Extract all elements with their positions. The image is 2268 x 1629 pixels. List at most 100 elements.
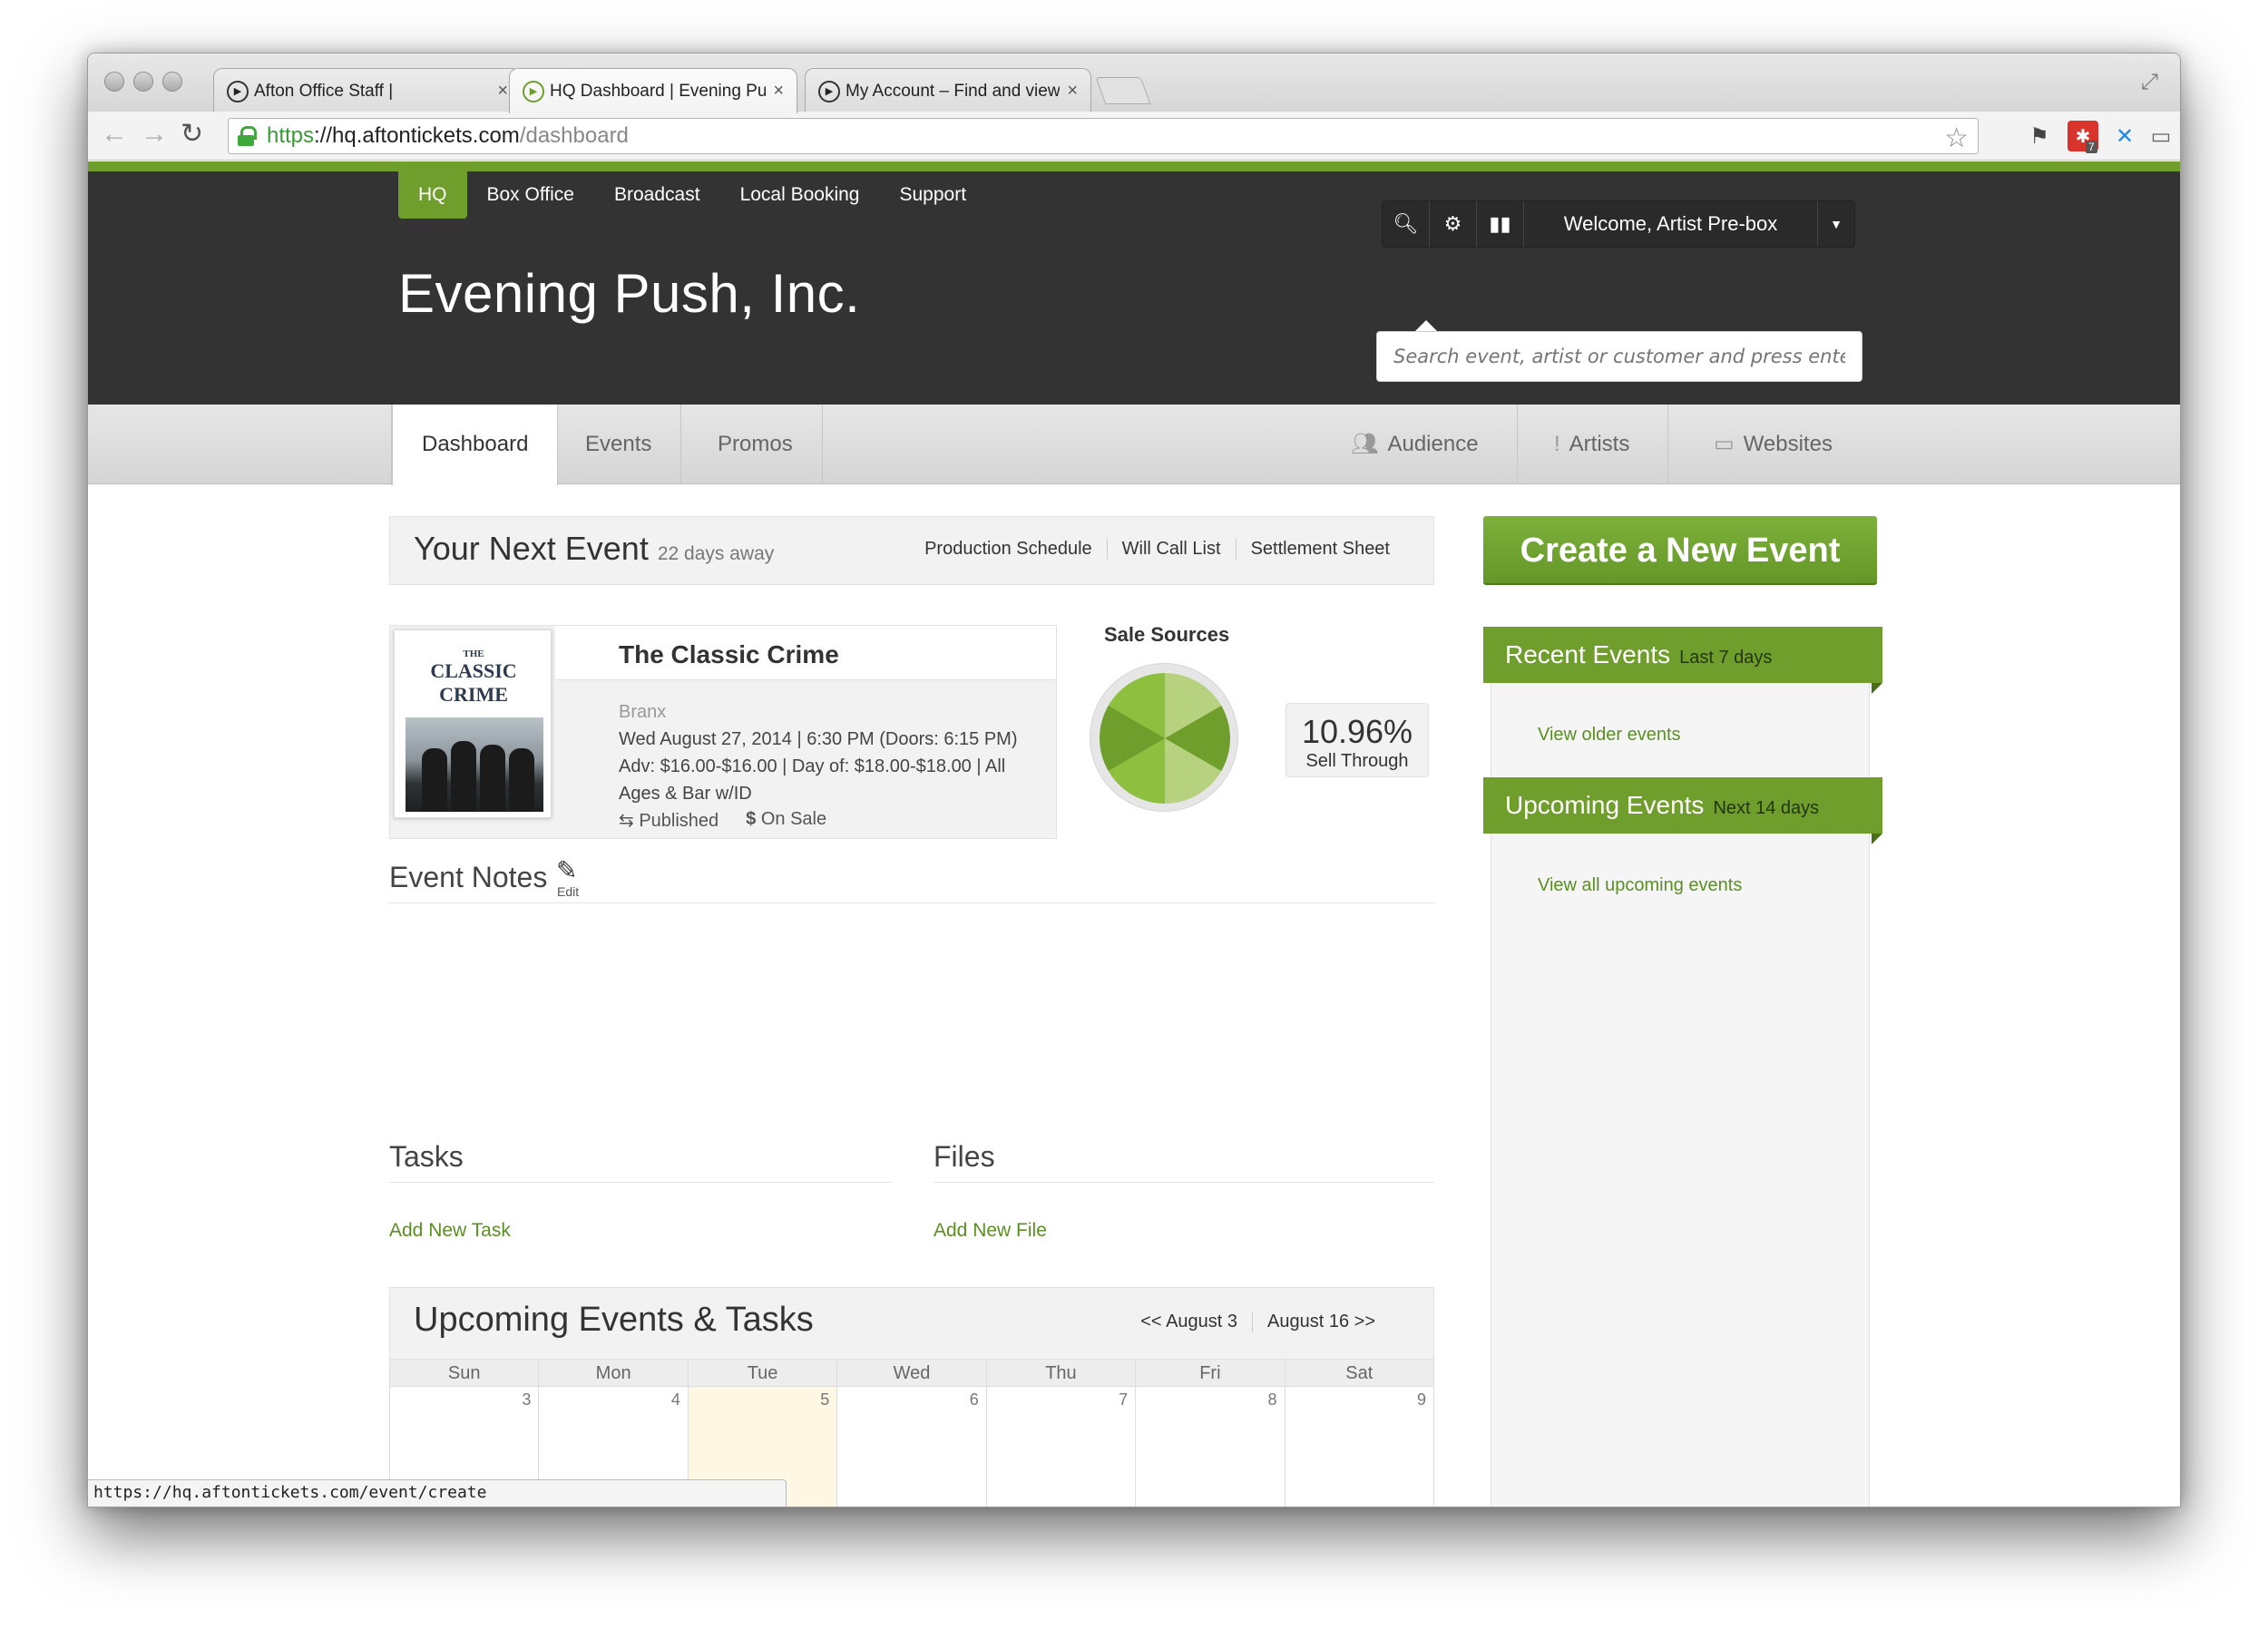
edit-notes-label[interactable]: Edit bbox=[557, 884, 579, 899]
calendar-day[interactable]: Wed 6 bbox=[837, 1360, 987, 1507]
afton-favicon-icon: ▶ bbox=[818, 80, 840, 102]
nav-broadcast[interactable]: Broadcast bbox=[594, 171, 720, 219]
pencil-icon[interactable]: ✎ bbox=[556, 855, 577, 885]
prev-week-link[interactable]: << August 3 bbox=[1126, 1312, 1252, 1332]
calendar-nav: << August 3 August 16 >> bbox=[1126, 1312, 1390, 1332]
event-name[interactable]: The Classic Crime bbox=[619, 640, 839, 669]
lock-icon bbox=[238, 126, 257, 146]
upcoming-events-side-title: Upcoming Events bbox=[1505, 791, 1705, 819]
gear-icon[interactable]: ⚙ bbox=[1430, 201, 1477, 247]
nav-audience[interactable]: 👥︎ Audience bbox=[1351, 405, 1518, 484]
recent-events-range: Last 7 days bbox=[1679, 648, 1773, 668]
nav-websites-label: Websites bbox=[1743, 432, 1833, 456]
accent-strip bbox=[88, 161, 2180, 171]
divider bbox=[389, 1182, 892, 1183]
zoom-window-button[interactable] bbox=[162, 72, 182, 92]
welcome-user[interactable]: Welcome, Artist Pre-box bbox=[1524, 201, 1818, 247]
upcoming-events-bar: Upcoming Events & Tasks << August 3 Augu… bbox=[389, 1287, 1434, 1360]
browser-window-icon: ▭ bbox=[1714, 432, 1735, 456]
next-event-title: Your Next Event 22 days away bbox=[414, 530, 775, 567]
back-arrow-icon[interactable]: ← bbox=[101, 121, 128, 148]
afton-favicon-icon: ▶ bbox=[227, 80, 249, 102]
production-schedule-link[interactable]: Production Schedule bbox=[910, 539, 1107, 560]
search-icon[interactable]: 🔍︎ bbox=[1383, 201, 1430, 247]
will-call-list-link[interactable]: Will Call List bbox=[1106, 539, 1236, 560]
calendar-day[interactable]: Thu 7 bbox=[986, 1360, 1137, 1507]
event-poster[interactable]: THE CLASSIC CRIME bbox=[394, 629, 552, 818]
pie-chart bbox=[1100, 673, 1230, 804]
poster-title: THE CLASSIC CRIME bbox=[430, 649, 517, 706]
tab-close-icon[interactable]: × bbox=[773, 81, 784, 102]
site-header: HQ Box Office Broadcast Local Booking Su… bbox=[88, 171, 2180, 405]
nav-support[interactable]: Support bbox=[880, 171, 987, 219]
divider bbox=[389, 902, 1434, 903]
tab-promos[interactable]: Promos bbox=[689, 405, 823, 484]
nav-hq[interactable]: HQ bbox=[398, 171, 467, 219]
tab-close-icon[interactable]: × bbox=[1067, 81, 1078, 102]
tab-title: My Account – Find and view bbox=[846, 81, 1061, 101]
tab-dashboard[interactable]: Dashboard bbox=[391, 405, 559, 486]
next-event-card[interactable]: THE CLASSIC CRIME The Classic Crime Bran… bbox=[389, 625, 1057, 839]
header-tools: 🔍︎ ⚙ ▮▮ Welcome, Artist Pre-box ▼ bbox=[1382, 200, 1855, 248]
next-week-link[interactable]: August 16 >> bbox=[1252, 1312, 1390, 1332]
nav-box-office[interactable]: Box Office bbox=[467, 171, 595, 219]
extension-icon[interactable]: ⚑ bbox=[2024, 121, 2055, 151]
search-input[interactable] bbox=[1376, 331, 1862, 382]
view-upcoming-events-link[interactable]: View all upcoming events bbox=[1538, 875, 1742, 896]
reload-icon[interactable]: ↻ bbox=[181, 121, 203, 148]
cast-icon[interactable]: ▭ bbox=[2146, 121, 2176, 151]
address-bar[interactable]: https://hq.aftontickets.com/dashboard ☆ bbox=[228, 118, 1979, 154]
event-status: ⇆ Published $ On Sale bbox=[619, 809, 854, 832]
recent-events-title: Recent Events bbox=[1505, 640, 1671, 668]
divider bbox=[934, 1182, 1434, 1183]
dashboard-content: Your Next Event 22 days away Production … bbox=[88, 485, 2180, 1507]
calendar-day[interactable]: Fri 8 bbox=[1136, 1360, 1286, 1507]
browser-tab-my-account[interactable]: ▶ My Account – Find and view × bbox=[805, 68, 1091, 113]
event-venue: Branx bbox=[619, 702, 667, 722]
bookmark-star-icon[interactable]: ☆ bbox=[1944, 122, 1969, 154]
tab-close-icon[interactable]: × bbox=[497, 81, 508, 102]
tab-strip: ▶ Afton Office Staff | × ▶ HQ Dashboard … bbox=[88, 54, 2180, 113]
view-older-events-link[interactable]: View older events bbox=[1538, 725, 1681, 746]
add-task-link[interactable]: Add New Task bbox=[389, 1220, 511, 1242]
people-icon: 👥︎ bbox=[1351, 432, 1379, 456]
browser-tab-hq-dashboard[interactable]: ▶ HQ Dashboard | Evening Pu × bbox=[509, 68, 797, 113]
nav-local-booking[interactable]: Local Booking bbox=[720, 171, 880, 219]
event-price-cont: Ages & Bar w/ID bbox=[619, 784, 752, 804]
top-navigation: HQ Box Office Broadcast Local Booking Su… bbox=[398, 171, 986, 219]
tab-events[interactable]: Events bbox=[556, 405, 682, 484]
crossover-extension-icon[interactable]: ✕ bbox=[2109, 121, 2140, 151]
stats-icon[interactable]: ▮▮ bbox=[1477, 201, 1524, 247]
nav-websites[interactable]: ▭ Websites bbox=[1714, 405, 1833, 484]
event-notes-title: Event Notes bbox=[389, 861, 548, 893]
sale-sources-title: Sale Sources bbox=[1104, 623, 1230, 646]
tab-title: Afton Office Staff | bbox=[254, 81, 394, 101]
create-event-button[interactable]: Create a New Event bbox=[1483, 516, 1877, 585]
published-label: Published bbox=[639, 811, 719, 831]
days-away: 22 days away bbox=[657, 543, 775, 564]
close-window-button[interactable] bbox=[104, 72, 124, 92]
new-tab-button[interactable] bbox=[1095, 77, 1151, 104]
minimize-window-button[interactable] bbox=[133, 72, 153, 92]
add-file-link[interactable]: Add New File bbox=[934, 1220, 1047, 1242]
ribbon-fold bbox=[1872, 683, 1882, 694]
extension-badge: 7 bbox=[2086, 141, 2097, 153]
sell-through-label: Sell Through bbox=[1305, 751, 1409, 771]
files-title: Files bbox=[934, 1140, 995, 1173]
chevron-down-icon[interactable]: ▼ bbox=[1818, 201, 1854, 247]
forward-arrow-icon[interactable]: → bbox=[141, 121, 168, 148]
browser-window: ▶ Afton Office Staff | × ▶ HQ Dashboard … bbox=[87, 53, 2181, 1507]
nav-audience-label: Audience bbox=[1387, 432, 1479, 456]
url-text: https://hq.aftontickets.com/dashboard bbox=[267, 123, 629, 148]
browser-toolbar: ← → ↻ https://hq.aftontickets.com/dashbo… bbox=[88, 112, 2180, 161]
event-price: Adv: $16.00-$16.00 | Day of: $18.00-$18.… bbox=[619, 756, 1006, 776]
sub-navigation: Dashboard Events Promos 👥︎ Audience ǃ Arti… bbox=[88, 405, 2180, 486]
next-event-bar: Your Next Event 22 days away Production … bbox=[389, 516, 1434, 585]
browser-tab-afton-office[interactable]: ▶ Afton Office Staff | × bbox=[213, 68, 522, 113]
afton-favicon-icon: ▶ bbox=[523, 80, 544, 102]
nav-artists[interactable]: ǃ Artists bbox=[1554, 405, 1669, 484]
settlement-sheet-link[interactable]: Settlement Sheet bbox=[1235, 539, 1404, 560]
recent-events-header: Recent Events Last 7 days bbox=[1483, 627, 1882, 683]
fullscreen-icon[interactable]: ⤢ bbox=[2141, 70, 2158, 95]
calendar-day[interactable]: Sat 9 bbox=[1285, 1360, 1434, 1507]
